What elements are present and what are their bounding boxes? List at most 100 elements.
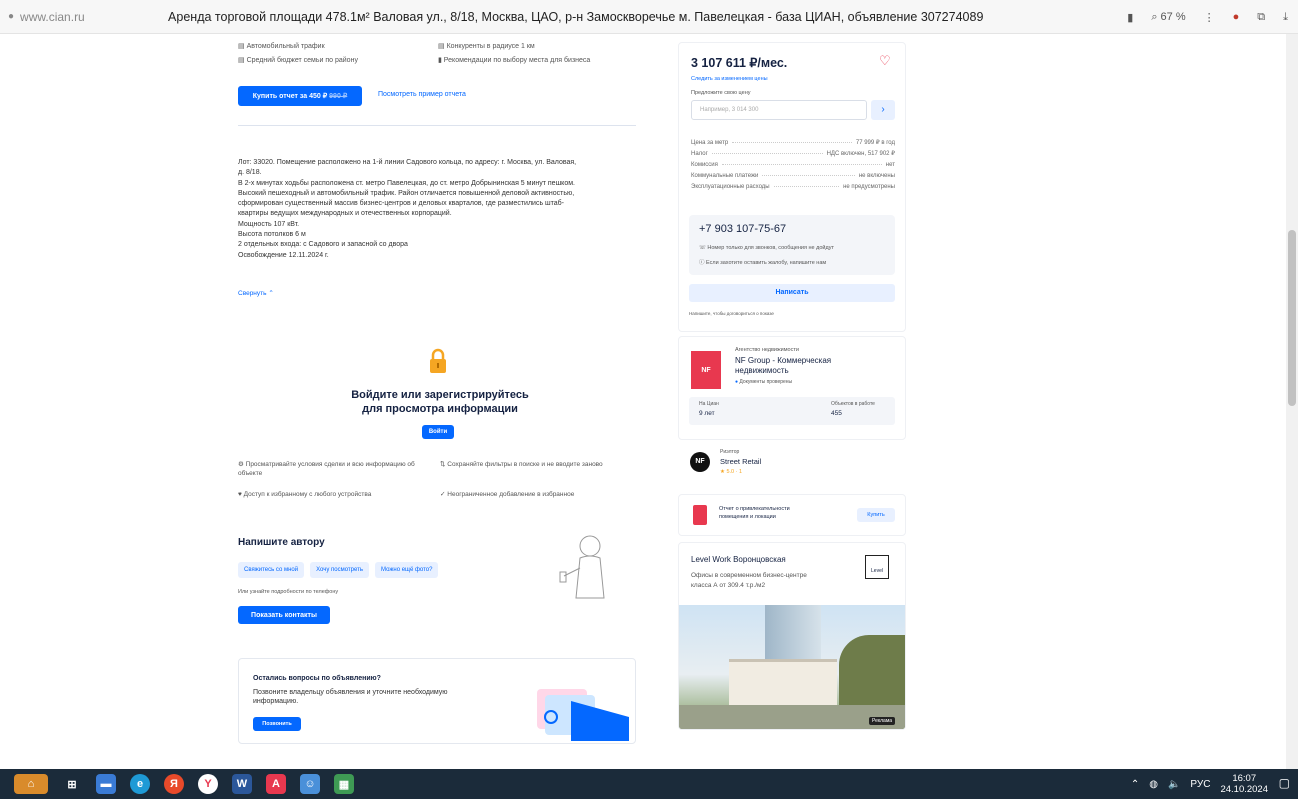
description-line: Освобождение 12.11.2024 г. [238, 251, 329, 259]
extension-icon[interactable]: ● [1233, 11, 1240, 23]
description-line: В 2-х минутах ходьбы расположена ст. мет… [238, 179, 575, 187]
report-feature: ▤ Автомобильный трафик [238, 43, 325, 50]
buy-location-report-button[interactable]: Купить [857, 508, 895, 522]
questions-text: Позвоните владельцу объявления и уточнит… [253, 688, 448, 706]
benefit-item: ⚙ Просматривайте условия сделки и всю ин… [238, 461, 415, 477]
volume-icon[interactable]: 🔈 [1168, 779, 1180, 790]
yandex-icon[interactable]: Я [164, 774, 184, 794]
report-card-text-line: помещения и локации [719, 514, 776, 520]
bookmark-icon[interactable]: ▮ [1127, 11, 1133, 24]
person-illustration [552, 528, 616, 608]
price-row: Цена за метр 77 999 ₽ в год [691, 139, 895, 147]
realtor-name[interactable]: Street Retail [720, 457, 761, 466]
messenger-icon[interactable]: ☺ [300, 774, 320, 794]
agency-name-line: недвижимость [735, 366, 789, 375]
ad-text-line: Офисы в современном бизнес-центре [691, 572, 807, 579]
phone-number[interactable]: +7 903 107-75-67 [699, 223, 786, 235]
favorite-heart-icon[interactable]: ♡ [879, 53, 891, 69]
lock-icon [428, 348, 448, 374]
pdf-icon[interactable]: A [266, 774, 286, 794]
description-line: 2 отдельных входа: с Садового и запасной… [238, 241, 408, 249]
buy-report-button[interactable]: Купить отчет за 450 ₽ 990 ₽ [238, 86, 362, 106]
page-title: Аренда торговой площади 478.1м² Валовая … [168, 9, 984, 24]
realtor-card: NF Риэлтор Street Retail ★ 5.0 · 1 [678, 440, 906, 492]
collapse-link[interactable]: Свернуть ⌃ [238, 289, 274, 297]
word-icon[interactable]: W [232, 774, 252, 794]
questions-text-line: Позвоните владельцу объявления и уточнит… [253, 689, 448, 696]
price-details: Цена за метр 77 999 ₽ в год Налог НДС вклю… [691, 137, 895, 192]
collections-icon[interactable]: ⧉ [1257, 11, 1265, 24]
report-feature: ▮ Рекомендации по выбору места для бизне… [438, 57, 591, 64]
contact-box: +7 903 107-75-67 ☏ Номер только для звон… [689, 215, 895, 275]
questions-title: Остались вопросы по объявлению? [253, 675, 381, 682]
offer-input[interactable]: Например, 3 014 300 [691, 100, 867, 120]
report-features: ▤ Автомобильный трафик ▤ Конкуренты в ра… [238, 40, 638, 68]
watch-price-link[interactable]: Следить за изменением цены [691, 76, 768, 82]
address-bar[interactable]: www.cian.ru [20, 10, 140, 24]
realtor-rating: ★ 5.0 · 1 [720, 469, 743, 475]
language-indicator[interactable]: РУС [1190, 779, 1210, 790]
complaint-note: ⓘ Если захотите оставить жалобу, напишит… [699, 260, 827, 266]
benefit-item: ✓ Неограниченное добавление в избранное [440, 491, 575, 498]
report-card-text: Отчет о привлекательности помещения и ло… [719, 505, 790, 521]
notifications-icon[interactable]: ▢ [1279, 776, 1290, 790]
description-line: д. 8/18. [238, 169, 262, 177]
chip-more-photos[interactable]: Можно ещё фото? [375, 562, 439, 578]
ad-text-line: класса А от 309.4 т.р./м2 [691, 582, 766, 589]
stat-value: 9 лет [699, 410, 715, 417]
ad-badge: Реклама [869, 717, 896, 725]
ad-logo: Level [865, 555, 889, 579]
stat-label: Объектов в работе [831, 401, 875, 407]
agency-name[interactable]: NF Group - Коммерческая недвижимость [735, 356, 831, 376]
page-content: ▤ Автомобильный трафик ▤ Конкуренты в ра… [0, 34, 1298, 769]
page-scrollbar[interactable] [1286, 34, 1298, 769]
ad-building-image [679, 605, 905, 729]
report-card-text-line: Отчет о привлекательности [719, 506, 790, 512]
menu-icon[interactable]: ⋮ [1204, 11, 1215, 24]
login-button[interactable]: Войти [422, 425, 454, 439]
clock-time: 16:07 [1232, 773, 1257, 784]
file-explorer-icon[interactable]: ▬ [96, 774, 116, 794]
price-row: Коммунальные платежи не включены [691, 172, 895, 179]
login-title-line: для просмотра информации [362, 403, 518, 415]
description-line: квартиры ведущих международных и отечест… [238, 210, 452, 218]
site-info-icon[interactable]: ● [8, 11, 14, 22]
report-feature: ▤ Средний бюджет семьи по району [238, 57, 358, 64]
submit-offer-button[interactable]: › [871, 100, 895, 120]
windows-taskbar: ⌂ ⊞ ▬ e Я Y W A ☺ ▦ ⌃ ◍ 🔈 РУС 16:07 24.10… [0, 769, 1298, 799]
clock[interactable]: 16:07 24.10.2024 [1220, 773, 1268, 795]
divider [238, 125, 636, 126]
edge-icon[interactable]: e [130, 774, 150, 794]
description-line: Высота потолков 6 м [238, 231, 306, 239]
zoom-indicator[interactable]: ⌕ 67 % [1151, 11, 1185, 24]
tray-chevron-icon[interactable]: ⌃ [1131, 779, 1139, 790]
scrollbar-thumb[interactable] [1288, 230, 1296, 406]
browser-topbar: ● www.cian.ru Аренда торговой площади 47… [0, 0, 1298, 34]
yandex-browser-icon[interactable]: Y [198, 774, 218, 794]
show-contacts-button[interactable]: Показать контакты [238, 606, 330, 624]
folder-illustration [531, 681, 631, 741]
call-button[interactable]: Позвонить [253, 717, 301, 731]
ad-card[interactable]: Level Work Воронцовская Офисы в современ… [678, 542, 906, 730]
chip-contact-me[interactable]: Свяжитесь со мной [238, 562, 305, 578]
verified-badge: ● Документы проверены [735, 379, 793, 385]
app-icon[interactable]: ▦ [334, 774, 354, 794]
description-line: Лот: 33020. Помещение расположено на 1-й… [238, 159, 577, 166]
realtor-avatar[interactable]: NF [690, 452, 710, 472]
login-benefits: ⚙ Просматривайте условия сделки и всю ин… [238, 460, 638, 499]
example-report-link[interactable]: Посмотреть пример отчета [378, 91, 466, 98]
benefit-item: ♥ Доступ к избранному с любого устройств… [238, 491, 372, 498]
agency-logo[interactable]: NF [691, 351, 721, 389]
download-icon[interactable]: ⤓ [1283, 11, 1288, 24]
building-base [729, 659, 837, 705]
write-hint: Напишите, чтобы договориться о показе [689, 311, 774, 316]
task-view-icon[interactable]: ⊞ [62, 774, 82, 794]
start-button-icon[interactable]: ⌂ [14, 774, 48, 794]
login-title-line: Войдите или зарегистрируйтесь [351, 389, 529, 401]
write-button[interactable]: Написать [689, 284, 895, 302]
chip-want-to-see[interactable]: Хочу посмотреть [310, 562, 370, 578]
agency-name-line: NF Group - Коммерческая [735, 356, 832, 365]
network-icon[interactable]: ◍ [1149, 779, 1158, 790]
price-row: Налог НДС включен, 517 902 ₽ [691, 150, 895, 158]
price-card: 3 107 611 ₽/мес. ♡ Следить за изменением… [678, 42, 906, 332]
